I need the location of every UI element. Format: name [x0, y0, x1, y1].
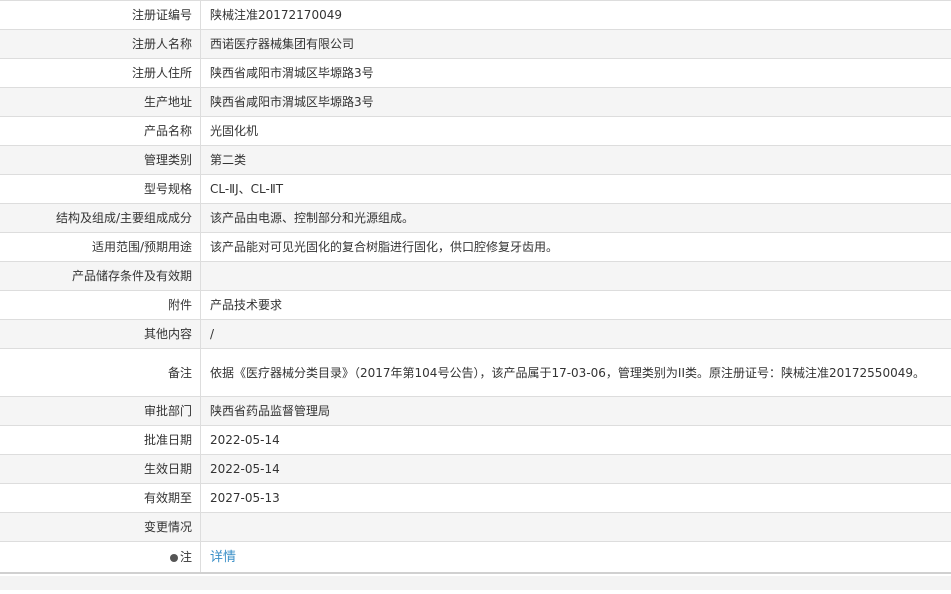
row-other-content: 其他内容 /: [0, 319, 951, 349]
row-product-name: 产品名称 光固化机: [0, 116, 951, 146]
label-effective-date: 生效日期: [0, 454, 201, 484]
details-link[interactable]: 详情: [210, 550, 236, 565]
value-intended-use: 该产品能对可见光固化的复合树脂进行固化，供口腔修复牙齿用。: [200, 232, 951, 262]
value-valid-until: 2027-05-13: [200, 483, 951, 513]
row-intended-use: 适用范围/预期用途 该产品能对可见光固化的复合树脂进行固化，供口腔修复牙齿用。: [0, 232, 951, 262]
value-registration-number: 陕械注准20172170049: [200, 0, 951, 30]
value-change-status: [200, 512, 951, 542]
label-remarks: 备注: [0, 348, 201, 397]
footer-strip: [0, 576, 951, 590]
value-model-spec: CL-ⅡJ、CL-ⅡT: [200, 174, 951, 204]
label-product-name: 产品名称: [0, 116, 201, 146]
row-storage-validity: 产品储存条件及有效期: [0, 261, 951, 291]
label-approval-department: 审批部门: [0, 396, 201, 426]
value-attachment: 产品技术要求: [200, 290, 951, 320]
row-registrant-address: 注册人住所 陕西省咸阳市渭城区毕塬路3号: [0, 58, 951, 88]
label-model-spec: 型号规格: [0, 174, 201, 204]
value-structure-composition: 该产品由电源、控制部分和光源组成。: [200, 203, 951, 233]
row-remarks: 备注 依据《医疗器械分类目录》（2017年第104号公告），该产品属于17-03…: [0, 348, 951, 397]
value-note: 详情: [200, 541, 951, 574]
label-intended-use: 适用范围/预期用途: [0, 232, 201, 262]
label-change-status: 变更情况: [0, 512, 201, 542]
value-production-address: 陕西省咸阳市渭城区毕塬路3号: [200, 87, 951, 117]
value-effective-date: 2022-05-14: [200, 454, 951, 484]
label-registrant-address: 注册人住所: [0, 58, 201, 88]
label-registration-number: 注册证编号: [0, 0, 201, 30]
value-approval-department: 陕西省药品监督管理局: [200, 396, 951, 426]
label-management-category: 管理类别: [0, 145, 201, 175]
row-approval-department: 审批部门 陕西省药品监督管理局: [0, 396, 951, 426]
value-product-name: 光固化机: [200, 116, 951, 146]
value-registrant-address: 陕西省咸阳市渭城区毕塬路3号: [200, 58, 951, 88]
value-registrant-name: 西诺医疗器械集团有限公司: [200, 29, 951, 59]
label-note: 注: [0, 541, 201, 574]
row-attachment: 附件 产品技术要求: [0, 290, 951, 320]
row-registration-number: 注册证编号 陕械注准20172170049: [0, 0, 951, 30]
value-management-category: 第二类: [200, 145, 951, 175]
label-valid-until: 有效期至: [0, 483, 201, 513]
row-approval-date: 批准日期 2022-05-14: [0, 425, 951, 455]
value-approval-date: 2022-05-14: [200, 425, 951, 455]
label-storage-validity: 产品储存条件及有效期: [0, 261, 201, 291]
row-registrant-name: 注册人名称 西诺医疗器械集团有限公司: [0, 29, 951, 59]
value-storage-validity: [200, 261, 951, 291]
row-change-status: 变更情况: [0, 512, 951, 542]
label-registrant-name: 注册人名称: [0, 29, 201, 59]
value-other-content: /: [200, 319, 951, 349]
row-production-address: 生产地址 陕西省咸阳市渭城区毕塬路3号: [0, 87, 951, 117]
row-model-spec: 型号规格 CL-ⅡJ、CL-ⅡT: [0, 174, 951, 204]
value-remarks: 依据《医疗器械分类目录》（2017年第104号公告），该产品属于17-03-06…: [200, 348, 951, 397]
row-structure-composition: 结构及组成/主要组成成分 该产品由电源、控制部分和光源组成。: [0, 203, 951, 233]
registration-detail-table: 注册证编号 陕械注准20172170049 注册人名称 西诺医疗器械集团有限公司…: [0, 0, 951, 574]
note-label: 注: [179, 550, 192, 564]
label-structure-composition: 结构及组成/主要组成成分: [0, 203, 201, 233]
row-valid-until: 有效期至 2027-05-13: [0, 483, 951, 513]
label-approval-date: 批准日期: [0, 425, 201, 455]
row-note: 注 详情: [0, 541, 951, 574]
row-effective-date: 生效日期 2022-05-14: [0, 454, 951, 484]
label-attachment: 附件: [0, 290, 201, 320]
label-production-address: 生产地址: [0, 87, 201, 117]
row-management-category: 管理类别 第二类: [0, 145, 951, 175]
label-other-content: 其他内容: [0, 319, 201, 349]
info-icon: [169, 554, 178, 562]
